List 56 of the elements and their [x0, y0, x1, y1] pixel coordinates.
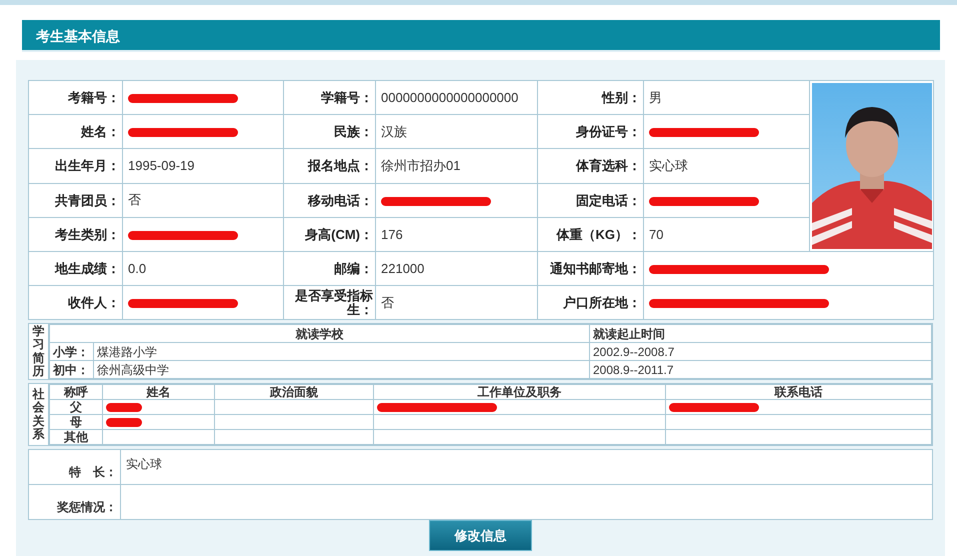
- edit-info-button[interactable]: 修改信息: [429, 520, 532, 551]
- field-label: 固定电话：: [576, 194, 641, 208]
- field-label: 奖惩情况：: [57, 500, 117, 514]
- column-header: 就读起止时间: [593, 326, 665, 340]
- field-value: 0.0: [128, 261, 146, 276]
- field-value: 0000000000000000000: [381, 90, 518, 106]
- field-label: 姓名：: [81, 125, 120, 140]
- study-period: 2002.9--2008.7: [593, 344, 674, 358]
- section-label: 社会关系: [32, 388, 44, 441]
- column-header: 联系电话: [774, 384, 822, 398]
- field-label: 通知书邮寄地：: [550, 262, 641, 276]
- relation-label: 父: [70, 400, 82, 414]
- field-label: 报名地点：: [308, 159, 373, 174]
- field-value: 70: [649, 226, 664, 242]
- field-label: 性别：: [602, 91, 641, 106]
- school-name: 煤港路小学: [97, 344, 157, 358]
- row-label: 小学：: [53, 344, 89, 358]
- section-header: 考生基本信息: [22, 20, 940, 52]
- field-label: 出生年月：: [55, 159, 120, 174]
- field-label: 考生类别：: [55, 228, 120, 242]
- field-value: 否: [128, 192, 141, 208]
- field-label: 体重（KG）：: [556, 228, 641, 242]
- field-value: 实心球: [649, 158, 688, 173]
- column-header: 政治面貌: [270, 384, 318, 398]
- field-label: 户口所在地：: [563, 296, 641, 310]
- field-label: 邮编：: [334, 262, 373, 276]
- field-value: 徐州市招办01: [381, 158, 460, 173]
- column-header: 姓名: [146, 384, 170, 398]
- field-label: 学籍号：: [321, 91, 373, 106]
- field-value: 1995-09-19: [128, 158, 194, 174]
- field-label: 地生成绩：: [55, 262, 120, 276]
- field-value: 176: [381, 226, 403, 242]
- section-label: 学习简历: [32, 325, 44, 378]
- field-label: 身份证号：: [576, 125, 641, 140]
- column-header: 就读学校: [296, 326, 344, 340]
- column-header: 工作单位及职务: [478, 384, 562, 398]
- field-label: 身高(CM)：: [305, 228, 373, 242]
- field-label: 体育选科：: [576, 159, 641, 174]
- field-label: 共青团员：: [55, 194, 120, 208]
- field-value: 221000: [381, 261, 424, 276]
- column-header: 称呼: [64, 384, 88, 398]
- field-label: 是否享受指标生：: [294, 288, 373, 316]
- field-label: 考籍号：: [68, 91, 120, 106]
- field-value: 实心球: [126, 457, 162, 471]
- relation-label: 母: [70, 414, 82, 428]
- relation-label: 其他: [64, 430, 88, 444]
- study-period: 2008.9--2011.7: [593, 362, 674, 376]
- field-value: 否: [381, 294, 394, 310]
- field-label: 民族：: [334, 125, 373, 140]
- field-value: 汉族: [381, 124, 407, 139]
- field-label: 移动电话：: [308, 194, 373, 208]
- field-label: 特 长：: [69, 465, 117, 479]
- field-value: 男: [649, 90, 662, 105]
- field-label: 收件人：: [68, 296, 120, 310]
- row-label: 初中：: [53, 362, 89, 376]
- school-name: 徐州高级中学: [97, 362, 169, 376]
